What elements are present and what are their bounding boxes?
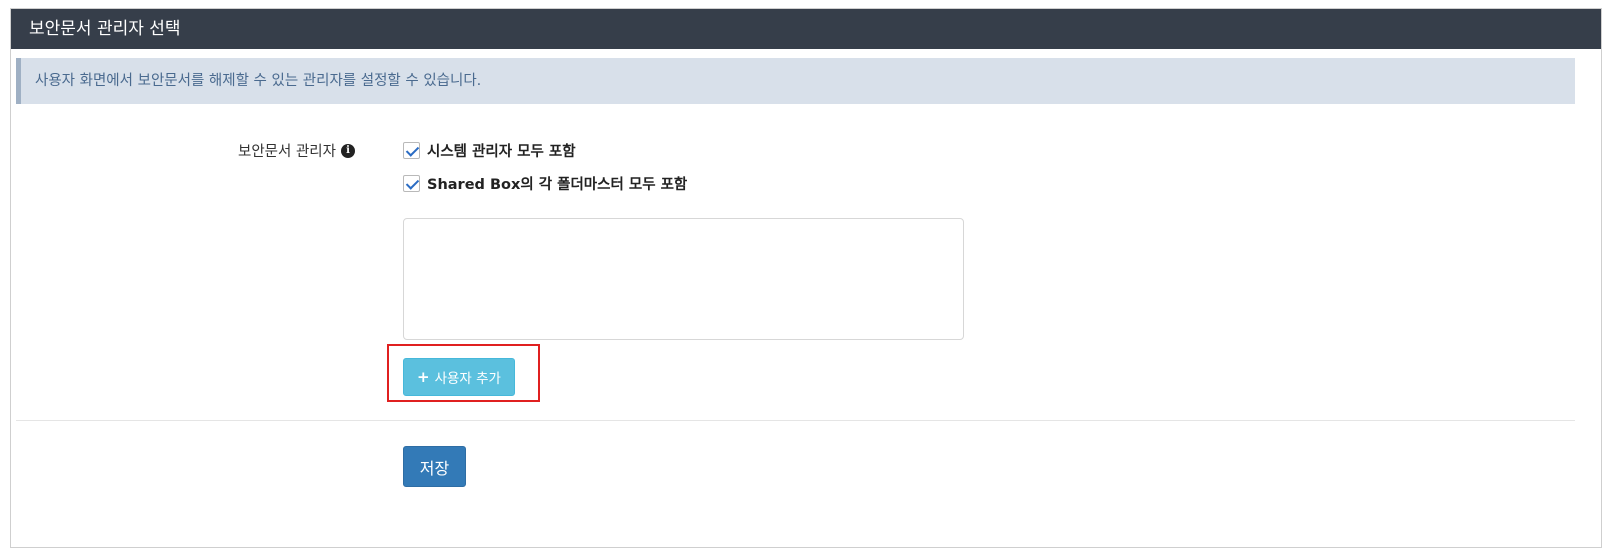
add-user-button[interactable]: + 사용자 추가 [403, 358, 515, 396]
add-user-label: 사용자 추가 [434, 371, 501, 387]
divider [16, 420, 1575, 421]
option-label-system-admins[interactable]: 시스템 관리자 모두 포함 [427, 140, 576, 161]
option-include-folder-masters[interactable]: Shared Box의 각 폴더마스터 모두 포함 [403, 173, 687, 194]
plus-icon: + [417, 367, 430, 386]
checkbox-system-admins[interactable] [403, 142, 420, 159]
panel-title: 보안문서 관리자 선택 [11, 9, 1601, 49]
option-include-system-admins[interactable]: 시스템 관리자 모두 포함 [403, 140, 576, 161]
info-circle-icon[interactable]: i [341, 143, 355, 158]
checkbox-folder-masters[interactable] [403, 175, 420, 192]
option-label-folder-masters[interactable]: Shared Box의 각 폴더마스터 모두 포함 [427, 173, 687, 194]
info-message: 사용자 화면에서 보안문서를 해제할 수 있는 관리자를 설정할 수 있습니다. [16, 58, 1575, 104]
form-label-text: 보안문서 관리자 [238, 144, 336, 160]
save-button[interactable]: 저장 [403, 446, 466, 487]
selected-users-list[interactable] [403, 218, 964, 340]
form-label: 보안문서 관리자 i [238, 140, 355, 161]
